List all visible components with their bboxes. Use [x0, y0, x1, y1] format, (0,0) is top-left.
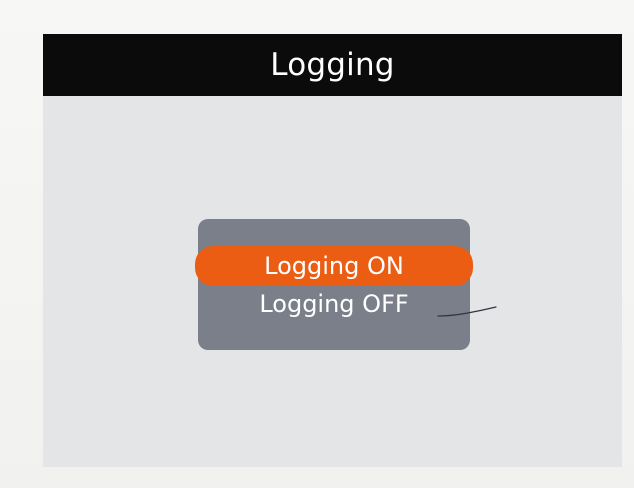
display-screen: Logging Logging ON Logging OFF — [43, 34, 622, 467]
logging-on-label: Logging ON — [264, 252, 404, 280]
pen-mark — [437, 306, 497, 317]
title-bar: Logging — [43, 34, 622, 96]
logging-off-label: Logging OFF — [259, 290, 409, 318]
device-frame: Logging Logging ON Logging OFF — [0, 0, 634, 488]
logging-on-option[interactable]: Logging ON — [195, 246, 473, 286]
page-title: Logging — [270, 47, 395, 83]
logging-menu: Logging ON Logging OFF — [195, 219, 473, 350]
logging-off-option[interactable]: Logging OFF — [198, 284, 470, 324]
